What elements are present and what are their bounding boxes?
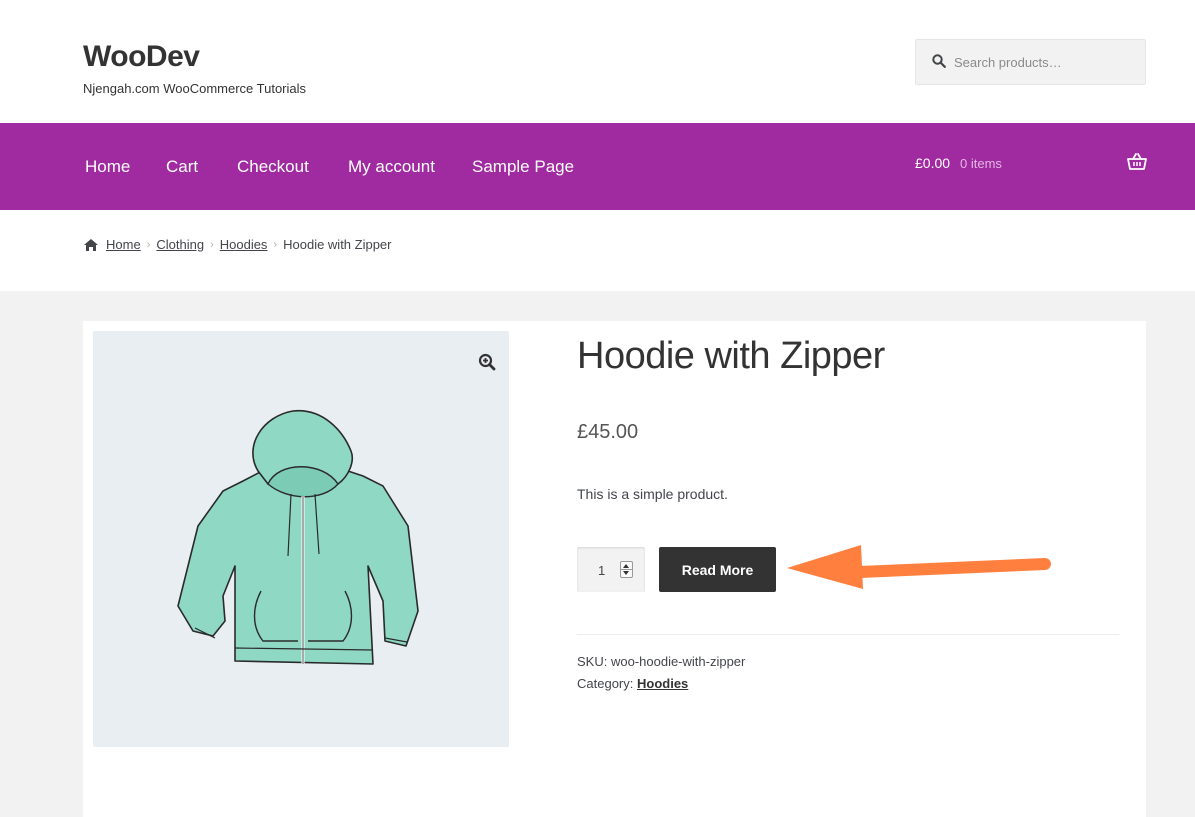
product-sku: SKU: woo-hoodie-with-zipper (577, 654, 745, 669)
read-more-button[interactable]: Read More (659, 547, 776, 592)
hoodie-image (177, 410, 419, 665)
category-link[interactable]: Hoodies (637, 676, 688, 691)
zoom-icon[interactable] (478, 353, 496, 371)
breadcrumb-link-hoodies[interactable]: Hoodies (220, 237, 268, 252)
stepper-up-icon[interactable] (623, 564, 629, 568)
product-meta-divider (577, 634, 1119, 635)
nav-item-my-account[interactable]: My account (348, 157, 435, 177)
quantity-input[interactable]: 1 (577, 547, 645, 592)
sku-label: SKU: (577, 654, 608, 669)
annotation-arrow-icon (787, 545, 1051, 589)
breadcrumb-link-home[interactable]: Home (106, 237, 141, 252)
search-icon[interactable] (932, 54, 948, 70)
product-short-description: This is a simple product. (577, 486, 728, 502)
breadcrumb-current: Hoodie with Zipper (283, 237, 392, 252)
breadcrumb-separator-icon: › (273, 238, 278, 251)
nav-item-sample-page[interactable]: Sample Page (472, 157, 574, 177)
breadcrumb-bar: Home › Clothing › Hoodies › Hoodie with … (0, 210, 1195, 291)
site-header: WooDev Njengah.com WooCommerce Tutorials (0, 0, 1195, 123)
cart-count[interactable]: 0 items (960, 156, 1002, 171)
breadcrumb-separator-icon: › (210, 238, 214, 251)
breadcrumb-link-clothing[interactable]: Clothing (156, 237, 204, 252)
breadcrumb: Home › Clothing › Hoodies › Hoodie with … (83, 237, 392, 252)
stepper-down-icon[interactable] (623, 571, 629, 575)
nav-item-home[interactable]: Home (85, 157, 130, 177)
cart-amount[interactable]: £0.00 (915, 155, 950, 171)
product-category: Category: Hoodies (577, 676, 688, 691)
sku-value: woo-hoodie-with-zipper (610, 654, 746, 669)
nav-item-checkout[interactable]: Checkout (237, 157, 309, 177)
search-box (915, 39, 1146, 85)
product-gallery[interactable] (93, 331, 509, 747)
nav-item-cart[interactable]: Cart (166, 157, 198, 177)
site-title[interactable]: WooDev (83, 40, 200, 74)
quantity-value[interactable]: 1 (598, 563, 605, 578)
breadcrumb-separator-icon: › (146, 238, 151, 251)
product-title: Hoodie with Zipper (577, 335, 885, 377)
basket-icon[interactable] (1127, 153, 1147, 171)
category-label: Category: (577, 676, 634, 691)
product-price: £45.00 (577, 421, 639, 443)
site-description: Njengah.com WooCommerce Tutorials (83, 81, 307, 96)
primary-navigation: Home Cart Checkout My account Sample Pag… (0, 123, 1195, 210)
quantity-stepper[interactable] (620, 561, 633, 578)
home-icon[interactable] (83, 238, 99, 252)
search-input[interactable] (954, 54, 1144, 70)
stepper-divider (621, 569, 632, 570)
